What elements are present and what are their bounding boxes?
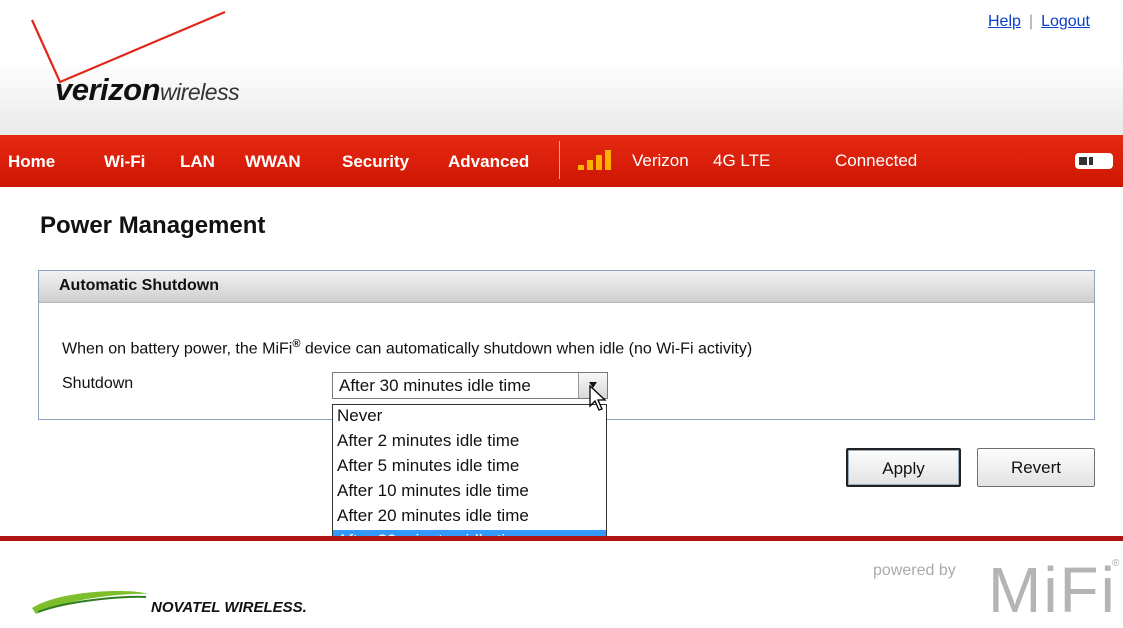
help-link[interactable]: Help [988,13,1021,30]
nav-item-security[interactable]: Security [342,152,409,172]
nav-divider [559,141,560,179]
link-separator: | [1028,13,1034,30]
revert-button[interactable]: Revert [977,448,1095,487]
nav-item-advanced[interactable]: Advanced [448,152,529,172]
header: verizonwireless Help | Logout [0,0,1123,135]
top-links: Help | Logout [988,13,1090,31]
logout-link[interactable]: Logout [1041,13,1090,30]
logo-light-text: wireless [160,79,240,105]
apply-button[interactable]: Apply [846,448,961,487]
connection-status: Connected [835,151,918,170]
dropdown-option[interactable]: After 2 minutes idle time [333,430,606,455]
dropdown-option[interactable]: After 20 minutes idle time [333,505,606,530]
shutdown-select[interactable]: After 30 minutes idle time [332,372,608,399]
page-title: Power Management [40,212,266,239]
logo-bold-text: verizon [55,72,161,107]
shutdown-label: Shutdown [62,375,134,392]
mouse-pointer-icon [589,384,607,411]
novatel-wireless-logo: NOVATEL WIRELESS. [151,599,307,616]
mifi-registered-mark: ® [1112,558,1120,569]
carrier-name: Verizon [632,151,689,170]
network-type: 4G LTE [713,151,771,170]
description-text: When on battery power, the MiFi [62,340,293,358]
dropdown-option[interactable]: After 10 minutes idle time [333,480,606,505]
main-nav-bar: Home Wi-Fi LAN WWAN Security Advanced Ve… [0,135,1123,187]
nav-item-wifi[interactable]: Wi-Fi [104,152,145,172]
nav-item-lan[interactable]: LAN [180,152,215,172]
signal-strength-icon [578,150,618,170]
nav-item-home[interactable]: Home [8,152,55,172]
dropdown-option[interactable]: After 5 minutes idle time [333,455,606,480]
verizon-wireless-logo[interactable]: verizonwireless [55,72,240,108]
battery-icon [1075,153,1113,169]
description-text-rest: device can automatically shutdown when i… [300,340,753,358]
novatel-swoosh-icon [32,590,148,614]
mifi-logo: MiFi [988,554,1117,626]
powered-by-text: powered by [873,562,956,579]
dropdown-option[interactable]: Never [333,405,606,430]
nav-item-wwan[interactable]: WWAN [245,152,301,172]
shutdown-description: When on battery power, the MiFi® device … [62,338,752,358]
section-header: Automatic Shutdown [39,271,1094,303]
